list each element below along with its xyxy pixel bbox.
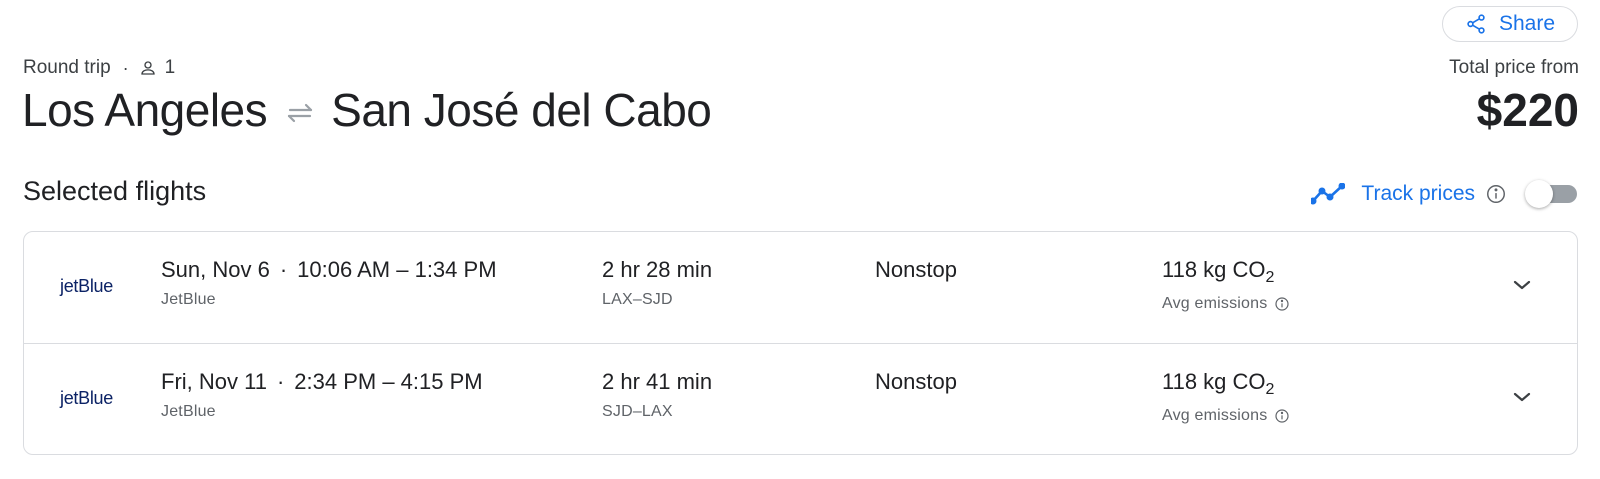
flight-times-column: Sun, Nov 6 · 10:06 AM – 1:34 PM JetBlue: [161, 257, 497, 309]
flight-row-outbound[interactable]: jetBlue Sun, Nov 6 · 10:06 AM – 1:34 PM Je…: [24, 232, 1577, 343]
flight-times-column: Fri, Nov 11 · 2:34 PM – 4:15 PM JetBlue: [161, 369, 483, 421]
flight-date-times: Sun, Nov 6 · 10:06 AM – 1:34 PM: [161, 257, 497, 283]
date-separator: ·: [279, 257, 288, 282]
flight-stops-column: Nonstop: [875, 369, 957, 395]
trip-type: Round trip: [23, 57, 111, 78]
flight-duration: 2 hr 41 min: [602, 369, 713, 394]
emissions-amount: 118 kg CO: [1162, 257, 1266, 282]
flight-route: SJD–LAX: [602, 403, 673, 420]
emissions-label-row: Avg emissions: [1162, 295, 1290, 313]
person-icon: [139, 59, 157, 77]
track-prices-row: Track prices: [1311, 178, 1579, 210]
flight-times: 10:06 AM – 1:34 PM: [297, 257, 497, 282]
flight-stops: Nonstop: [875, 369, 957, 394]
toggle-knob: [1525, 180, 1553, 208]
date-separator: ·: [276, 369, 285, 394]
info-icon[interactable]: [1485, 183, 1507, 205]
emissions-label: Avg emissions: [1162, 407, 1268, 424]
share-label: Share: [1498, 12, 1556, 35]
total-price-label: Total price from: [1449, 57, 1579, 78]
info-icon[interactable]: [1274, 408, 1290, 424]
meta-separator: ·: [122, 57, 129, 78]
emissions-label: Avg emissions: [1162, 295, 1268, 312]
flight-date: Fri, Nov 11: [161, 369, 267, 394]
selected-flights-card: jetBlue Sun, Nov 6 · 10:06 AM – 1:34 PM Je…: [23, 231, 1578, 455]
passenger-count: 1: [164, 57, 176, 78]
origin-city: Los Angeles: [22, 84, 268, 136]
swap-arrows-icon: [285, 102, 315, 124]
airline-logo: jetBlue: [60, 388, 113, 408]
chevron-down-icon: [1512, 390, 1532, 408]
emissions-value: 118 kg CO2: [1162, 257, 1290, 287]
emissions-subscript: 2: [1265, 269, 1275, 286]
destination-city: San José del Cabo: [331, 84, 712, 136]
flight-stops: Nonstop: [875, 257, 957, 282]
chevron-down-icon: [1512, 278, 1532, 296]
flight-times: 2:34 PM – 4:15 PM: [294, 369, 483, 394]
flight-stops-column: Nonstop: [875, 257, 957, 283]
flight-duration: 2 hr 28 min: [602, 257, 713, 282]
airline-logo: jetBlue: [60, 276, 113, 296]
share-icon: [1465, 13, 1487, 35]
emissions-amount: 118 kg CO: [1162, 369, 1266, 394]
flight-date-times: Fri, Nov 11 · 2:34 PM – 4:15 PM: [161, 369, 483, 395]
flight-emissions-column: 118 kg CO2 Avg emissions: [1162, 369, 1290, 425]
total-price: $220: [1476, 84, 1579, 136]
trip-meta: Round trip · 1: [23, 57, 175, 79]
flight-row-return[interactable]: jetBlue Fri, Nov 11 · 2:34 PM – 4:15 PM Je…: [24, 343, 1577, 454]
expand-flight-button[interactable]: [1507, 272, 1537, 302]
emissions-label-row: Avg emissions: [1162, 407, 1290, 425]
flight-duration-column: 2 hr 41 min SJD–LAX: [602, 369, 712, 421]
section-title: Selected flights: [23, 176, 207, 206]
share-button[interactable]: Share: [1442, 6, 1578, 42]
trend-line-icon: [1311, 183, 1346, 205]
route-title: Los Angeles San José del Cabo: [22, 82, 712, 138]
emissions-value: 118 kg CO2: [1162, 369, 1290, 399]
flight-date: Sun, Nov 6: [161, 257, 270, 282]
track-prices-label[interactable]: Track prices: [1361, 182, 1475, 206]
airline-name: JetBlue: [161, 403, 216, 420]
expand-flight-button[interactable]: [1507, 384, 1537, 414]
info-icon[interactable]: [1274, 296, 1290, 312]
track-prices-toggle[interactable]: [1525, 178, 1579, 210]
emissions-subscript: 2: [1265, 381, 1275, 398]
flight-route: LAX–SJD: [602, 291, 673, 308]
flight-emissions-column: 118 kg CO2 Avg emissions: [1162, 257, 1290, 313]
airline-name: JetBlue: [161, 291, 216, 308]
flight-duration-column: 2 hr 28 min LAX–SJD: [602, 257, 712, 309]
